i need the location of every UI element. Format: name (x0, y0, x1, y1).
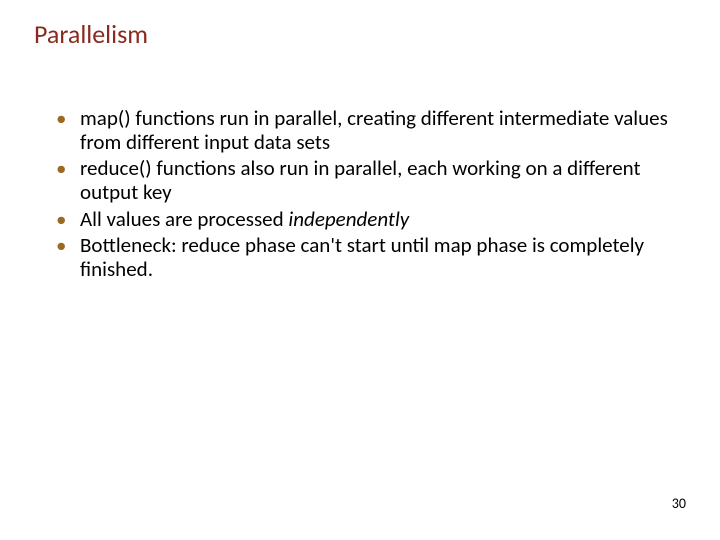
list-item: reduce() functions also run in parallel,… (54, 156, 680, 204)
list-item: map() functions run in parallel, creatin… (54, 106, 680, 154)
bullet-text: reduce() functions also run in parallel,… (80, 155, 641, 205)
bullet-text: All values are processed (80, 206, 288, 232)
list-item: All values are processed independently (54, 207, 680, 231)
list-item: Bottleneck: reduce phase can't start unt… (54, 233, 680, 281)
slide: Parallelism map() functions run in paral… (0, 0, 720, 540)
slide-title: Parallelism (34, 18, 690, 50)
page-number: 30 (672, 495, 686, 512)
slide-body: map() functions run in parallel, creatin… (30, 106, 690, 281)
bullet-text: map() functions run in parallel, creatin… (80, 105, 668, 155)
bullet-list: map() functions run in parallel, creatin… (54, 106, 680, 281)
bullet-text: Bottleneck: reduce phase can't start unt… (80, 232, 644, 282)
bullet-ital: independently (288, 206, 409, 232)
